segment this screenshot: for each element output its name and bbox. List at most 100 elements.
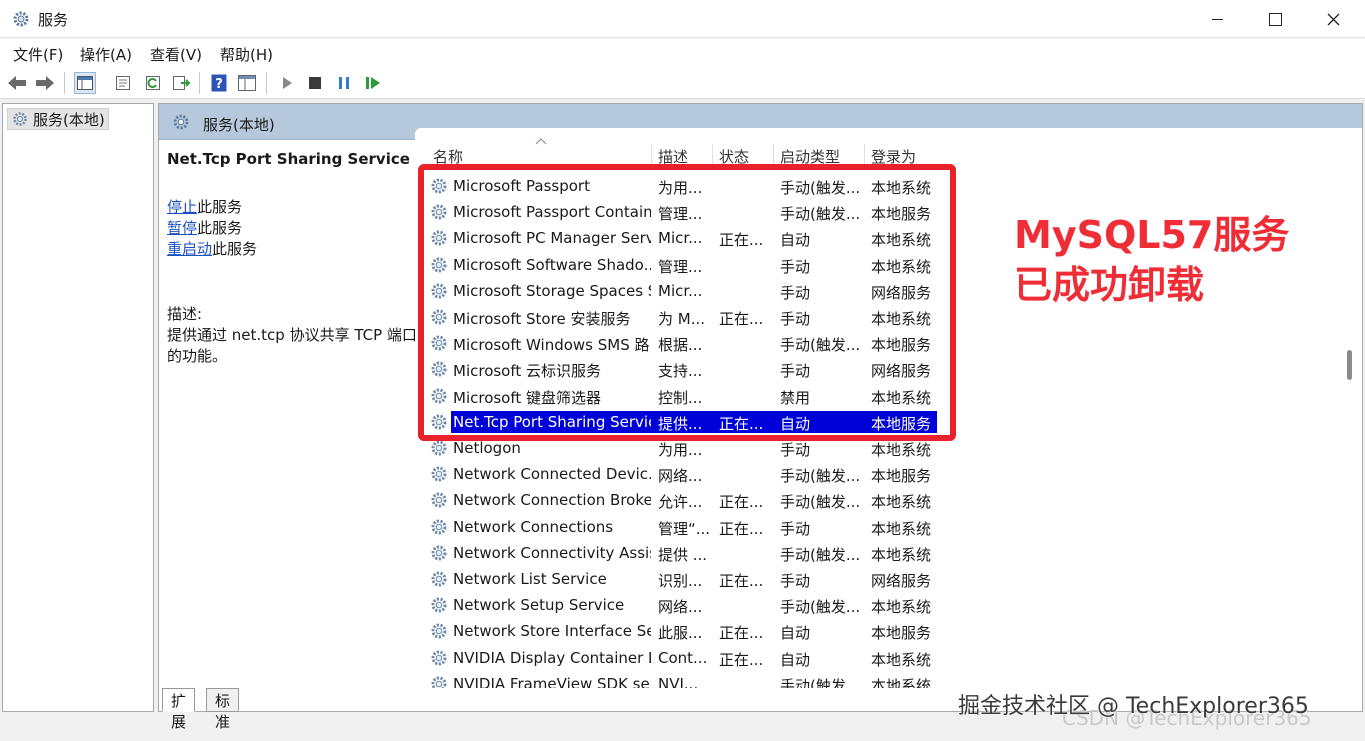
properties-button[interactable]	[112, 72, 134, 94]
service-gear-icon	[431, 623, 447, 639]
pause-service-link[interactable]: 暂停	[167, 219, 197, 237]
description-text: 提供通过 net.tcp 协议共享 TCP 端口	[167, 326, 417, 344]
service-gear-icon	[431, 466, 447, 482]
console-tree: 服务(本地)	[2, 103, 154, 712]
cell-logon: 本地系统	[871, 676, 932, 688]
service-description-panel: Net.Tcp Port Sharing Service 停止此服务 暂停此服务…	[159, 140, 417, 685]
cell-name: Network Connected Devic...	[453, 465, 651, 484]
table-row[interactable]: Network Connections 管理“... 正在... 手动 本地系统	[415, 514, 1343, 540]
cell-status: 正在...	[719, 650, 764, 669]
cell-name: Network List Service	[453, 570, 607, 588]
cell-startup: 手动(触发...	[780, 545, 861, 564]
export-list-button[interactable]	[170, 72, 192, 94]
close-button[interactable]	[1304, 0, 1362, 38]
vertical-scrollbar[interactable]	[1343, 128, 1362, 688]
cell-desc: 网络...	[658, 467, 703, 486]
menu-help[interactable]: 帮助(H)	[220, 44, 273, 65]
tree-item-local-services[interactable]: 服务(本地)	[7, 108, 109, 130]
cell-name: Netlogon	[453, 439, 521, 457]
cell-desc: 此服...	[658, 624, 703, 643]
cell-logon: 本地服务	[871, 467, 932, 486]
cell-name: Network Setup Service	[453, 596, 625, 615]
restart-service-link[interactable]: 重启动	[167, 240, 212, 258]
table-row[interactable]: Network Connectivity Assis... 提供 ... 手动(触发…	[415, 540, 1343, 566]
menu-file[interactable]: 文件(F)	[13, 44, 63, 65]
minimize-button[interactable]	[1188, 0, 1246, 38]
toolbar-separator	[199, 72, 200, 94]
action-suffix: 此服务	[212, 240, 258, 258]
cell-logon: 本地系统	[871, 519, 932, 538]
stop-icon	[309, 77, 321, 89]
stop-service-button[interactable]	[304, 72, 326, 94]
service-gear-icon	[431, 597, 447, 613]
restart-action: 重启动此服务	[167, 238, 257, 259]
cell-name: NVIDIA FrameView SDK se...	[453, 674, 651, 688]
table-row[interactable]: NVIDIA Display Container LS Cont... 正在... 自…	[415, 645, 1343, 671]
table-row[interactable]: Network List Service 识别... 正在... 手动 网络服务	[415, 566, 1343, 592]
resume-icon	[366, 77, 380, 89]
cell-startup: 手动(触发...	[780, 598, 861, 617]
scrollbar-thumb[interactable]	[1347, 350, 1352, 380]
cell-startup: 手动(触发...	[780, 676, 861, 688]
cell-startup: 自动	[780, 624, 811, 643]
cell-logon: 本地系统	[871, 650, 932, 669]
tree-item-label: 服务(本地)	[33, 110, 105, 129]
help-icon: ?	[211, 74, 227, 92]
cell-desc: 识别...	[658, 572, 703, 590]
cell-name: Network Connection Broker	[453, 491, 651, 510]
cell-logon: 本地系统	[871, 493, 932, 512]
table-row[interactable]: NVIDIA FrameView SDK se... NVI... 手动(触发...…	[415, 671, 1343, 688]
pane-header-title: 服务(本地)	[203, 116, 275, 134]
help-button[interactable]: ?	[208, 72, 230, 94]
toolbar-separator	[64, 72, 65, 94]
maximize-button[interactable]	[1246, 0, 1304, 38]
service-gear-icon	[431, 676, 447, 688]
cell-desc: 管理“...	[658, 519, 710, 538]
forward-button[interactable]	[34, 72, 56, 94]
cell-status: 正在...	[719, 572, 764, 590]
cell-name: Network Store Interface Se...	[453, 622, 651, 641]
refresh-button[interactable]	[142, 72, 164, 94]
cell-startup: 手动(触发...	[780, 493, 861, 512]
table-row[interactable]: Network Store Interface Se... 此服... 正在... 自…	[415, 618, 1343, 644]
title-bar: 服务	[0, 0, 1365, 38]
menu-bar: 文件(F) 操作(A) 查看(V) 帮助(H)	[0, 39, 1365, 67]
service-gear-icon	[431, 650, 447, 666]
tab-extended[interactable]: 扩展	[162, 688, 196, 731]
cell-desc: 允许...	[658, 493, 703, 512]
stop-action: 停止此服务	[167, 196, 242, 217]
cell-desc: 提供 ...	[658, 545, 708, 564]
resume-service-button[interactable]	[362, 72, 384, 94]
stop-service-link[interactable]: 停止	[167, 198, 197, 216]
tab-standard[interactable]: 标准	[206, 688, 240, 731]
annotation-text: MySQL57服务 已成功卸载	[1014, 210, 1289, 310]
table-row[interactable]: Network Connected Devic... 网络... 手动(触发... 本…	[415, 461, 1343, 487]
menu-action[interactable]: 操作(A)	[80, 44, 132, 65]
cell-desc: 为用...	[658, 441, 703, 459]
view-button[interactable]	[236, 72, 258, 94]
table-row[interactable]: Network Setup Service 网络... 手动(触发... 本地系统	[415, 592, 1343, 618]
show-hide-tree-button[interactable]	[74, 72, 96, 94]
start-service-button[interactable]	[276, 72, 298, 94]
action-suffix: 此服务	[197, 198, 243, 216]
back-icon	[8, 76, 26, 90]
export-list-icon	[173, 76, 190, 90]
cell-logon: 本地服务	[871, 624, 932, 643]
cell-status: 正在...	[719, 624, 764, 643]
table-row[interactable]: Network Connection Broker 允许... 正在... 手动(触发…	[415, 487, 1343, 513]
cell-status: 正在...	[719, 493, 764, 512]
annotation-line-1: MySQL57服务	[1014, 213, 1290, 257]
service-title: Net.Tcp Port Sharing Service	[167, 150, 410, 168]
juejin-watermark: 掘金技术社区 @ TechExplorer365	[958, 694, 1309, 719]
pause-icon	[339, 77, 349, 89]
cell-name: Network Connections	[453, 517, 614, 536]
menu-view[interactable]: 查看(V)	[150, 44, 202, 65]
service-gear-icon	[431, 519, 447, 535]
description-text-continued: 的功能。	[167, 347, 228, 365]
properties-icon	[116, 76, 130, 90]
svg-text:?: ?	[215, 77, 223, 92]
start-icon	[283, 77, 292, 89]
services-gear-icon	[13, 11, 29, 27]
back-button[interactable]	[6, 72, 28, 94]
pause-service-button[interactable]	[333, 72, 355, 94]
